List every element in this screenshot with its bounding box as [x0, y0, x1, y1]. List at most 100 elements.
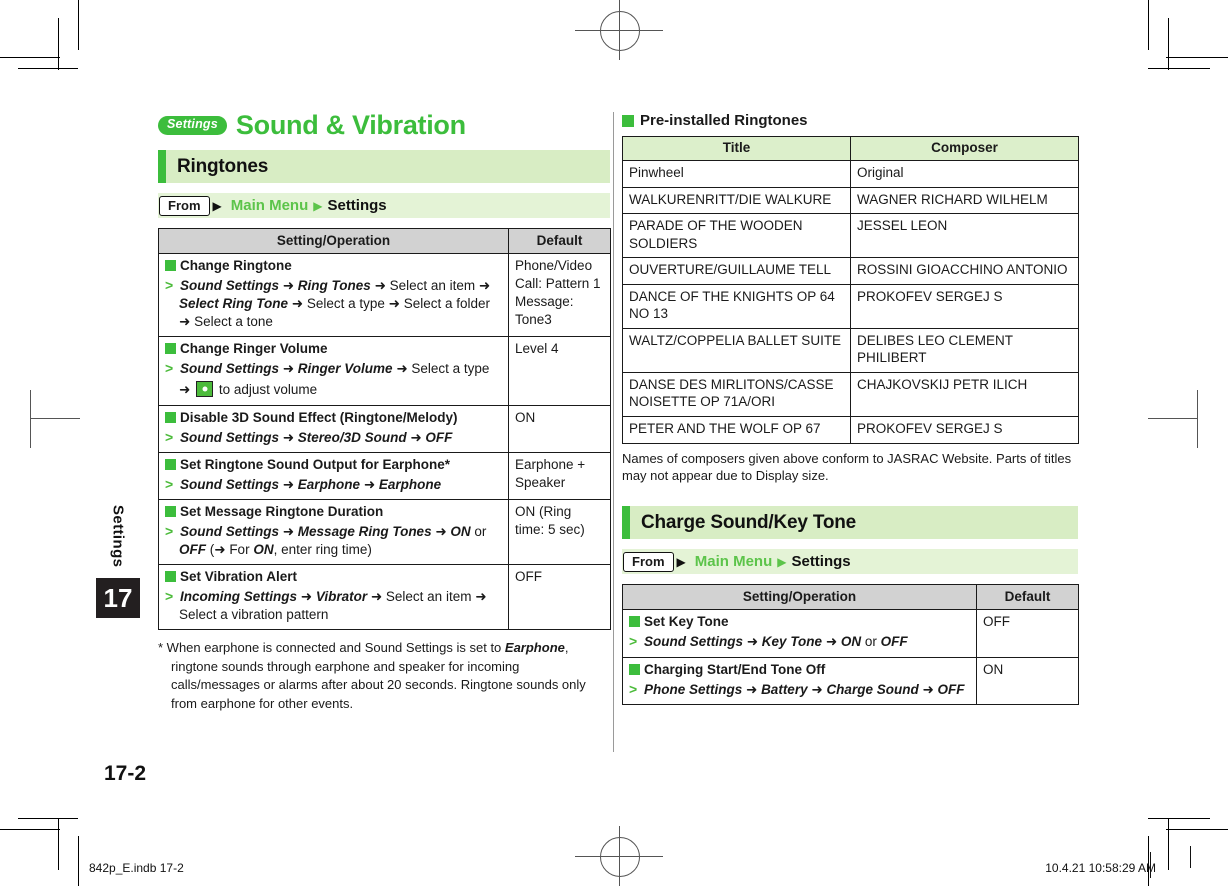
ringtones-operation-table: Setting/Operation Default Change Rington…: [158, 228, 611, 631]
settings-badge: Settings: [158, 116, 227, 135]
crop-mark-top-right-v: [1148, 0, 1150, 50]
table-row: Set Message Ringtone Duration > Sound Set…: [158, 498, 611, 566]
column-header-default: Default: [508, 228, 611, 254]
table-row: PETER AND THE WOLF OP 67 PROKOFEV SERGEJ …: [622, 416, 1079, 444]
default-value-cell: OFF: [508, 564, 611, 631]
section-heading-ringtones: Ringtones: [158, 150, 610, 183]
crop-mark-bottom-left-h: [0, 829, 60, 831]
table-row: Charging Start/End Tone Off > Phone Setti…: [622, 656, 1079, 705]
section-accent-bar: [158, 150, 166, 183]
preinstalled-ringtones-heading: Pre-installed Ringtones: [622, 112, 1078, 129]
column-header-composer: Composer: [850, 136, 1079, 161]
default-value-cell: ON: [508, 404, 611, 453]
crop-mark-mid-right-v: [1197, 390, 1199, 448]
operation-steps: > Incoming Settings ➜ Vibrator ➜ Select …: [165, 588, 487, 623]
default-value-cell: Earphone + Speaker: [508, 451, 611, 500]
footer-filename: 842p_E.indb 17-2: [89, 861, 184, 875]
breadcrumb-from-chip: From: [623, 551, 674, 572]
crop-mark-top-right-h2: [1148, 68, 1210, 70]
ringtone-composer-cell: JESSEL LEON: [850, 213, 1079, 259]
chapter-side-tab: Settings 17: [96, 505, 140, 619]
chapter-side-tab-number: 17: [96, 578, 140, 619]
setting-operation-cell: Set Vibration Alert > Incoming Settings ➜…: [158, 564, 509, 631]
ringtone-title-cell: PARADE OF THE WOODEN SOLDIERS: [622, 213, 851, 259]
breadcrumb-ringtones: From ▶ Main Menu ▶ Settings: [158, 193, 610, 218]
crop-mark-top-left-v: [78, 0, 80, 50]
ringtone-composer-cell: CHAJKOVSKIJ PETR ILICH: [850, 371, 1079, 418]
footer-timestamp: 10.4.21 10:58:29 AM: [1045, 861, 1156, 875]
operation-steps: > Phone Settings ➜ Battery ➜ Charge Soun…: [629, 680, 965, 698]
table-row: Set Vibration Alert > Incoming Settings ➜…: [158, 564, 611, 631]
green-square-bullet-icon: [165, 458, 176, 470]
right-column: Pre-installed Ringtones Title Composer P…: [622, 112, 1079, 705]
setting-operation-cell: Set Message Ringtone Duration > Sound Set…: [158, 498, 509, 566]
crop-mark-bottom-left-v: [78, 836, 80, 886]
preinstalled-ringtones-heading-label: Pre-installed Ringtones: [640, 112, 808, 129]
operation-steps: > Sound Settings ➜ Key Tone ➜ ON or OFF: [629, 633, 908, 651]
column-header-setting-operation: Setting/Operation: [158, 228, 509, 254]
crop-mark-bottom-left-v2: [58, 818, 60, 870]
crop-mark-top-right-v2: [1168, 18, 1170, 70]
section-heading-label: Charge Sound/Key Tone: [641, 511, 857, 533]
setting-operation-cell: Disable 3D Sound Effect (Ringtone/Melody…: [158, 404, 509, 453]
column-header-title: Title: [622, 136, 851, 161]
green-square-bullet-icon: [629, 616, 640, 628]
page-title: Sound & Vibration: [235, 110, 466, 140]
table-row: Disable 3D Sound Effect (Ringtone/Melody…: [158, 404, 611, 453]
table-row: WALTZ/COPPELIA BALLET SUITE DELIBES LEO C…: [622, 327, 1079, 373]
table-row: Set Key Tone > Sound Settings ➜ Key Tone …: [622, 609, 1079, 658]
column-divider: [613, 112, 614, 752]
charge-sound-operation-table: Setting/Operation Default Set Key Tone > …: [622, 584, 1079, 705]
ringtone-composer-cell: PROKOFEV SERGEJ S: [850, 283, 1079, 329]
table-row: Set Ringtone Sound Output for Earphone* >…: [158, 451, 611, 500]
page-number: 17-2: [104, 762, 147, 785]
table-row: Pinwheel Original: [622, 160, 1079, 188]
footer-rule-2: [1190, 846, 1191, 868]
crop-mark-top-right-h: [1166, 57, 1228, 59]
table-row: Change Ringtone > Sound Settings ➜ Ring T…: [158, 252, 611, 338]
ringtone-title-cell: OUVERTURE/GUILLAUME TELL: [622, 257, 851, 285]
ringtone-composer-cell: Original: [850, 160, 1079, 188]
left-column: Settings Sound & Vibration Ringtones Fro…: [158, 110, 611, 713]
table-header-row: Setting/Operation Default: [158, 228, 611, 254]
ringtone-composer-cell: DELIBES LEO CLEMENT PHILIBERT: [850, 327, 1079, 373]
column-header-default: Default: [976, 584, 1079, 611]
ringtone-title-cell: DANCE OF THE KNIGHTS OP 64 NO 13: [622, 283, 851, 329]
crop-mark-bottom-left-h2: [18, 818, 78, 820]
footer-rule: [1150, 852, 1151, 878]
breadcrumb-destination: Settings: [791, 553, 851, 571]
operation-title: Set Vibration Alert: [180, 569, 298, 585]
setting-operation-cell: Set Key Tone > Sound Settings ➜ Key Tone …: [622, 609, 977, 658]
breadcrumb-arrow-icon: ▶: [676, 554, 686, 569]
section-heading-label: Ringtones: [177, 155, 269, 177]
table-header-row: Title Composer: [622, 136, 1079, 161]
operation-steps: > Sound Settings ➜ Earphone ➜ Earphone: [165, 475, 442, 493]
setting-operation-cell: Set Ringtone Sound Output for Earphone* >…: [158, 451, 509, 500]
operation-title: Set Key Tone: [644, 614, 729, 630]
ringtone-composer-cell: ROSSINI GIOACCHINO ANTONIO: [850, 257, 1079, 285]
operation-steps: > Sound Settings ➜ Ring Tones ➜ Select a…: [165, 277, 491, 331]
registration-mark-top: [575, 0, 663, 60]
crop-mark-mid-right: [1148, 418, 1198, 420]
earphone-footnote: * When earphone is connected and Sound S…: [158, 640, 586, 711]
breadcrumb-main-menu: Main Menu: [694, 553, 773, 571]
table-row: WALKURENRITT/DIE WALKURE WAGNER RICHARD W…: [622, 186, 1079, 215]
crop-mark-top-left-h2: [18, 68, 78, 70]
default-value-cell: OFF: [976, 609, 1079, 658]
table-row: DANCE OF THE KNIGHTS OP 64 NO 13 PROKOFEV…: [622, 283, 1079, 329]
operation-title: Change Ringer Volume: [180, 341, 328, 357]
manual-page: Settings 17 Settings Sound & Vibration R…: [0, 0, 1228, 886]
crop-mark-top-left-h: [0, 57, 60, 59]
operation-title: Change Ringtone: [180, 258, 292, 273]
breadcrumb-chevron-icon: ▶: [313, 198, 323, 213]
table-row: PARADE OF THE WOODEN SOLDIERS JESSEL LEON: [622, 213, 1079, 259]
default-value-cell: Level 4: [508, 336, 611, 406]
breadcrumb-destination: Settings: [327, 197, 387, 214]
ringtone-title-cell: WALKURENRITT/DIE WALKURE: [622, 186, 851, 215]
registration-mark-bottom: [575, 826, 663, 886]
operation-title: Set Message Ringtone Duration: [180, 503, 384, 519]
crop-mark-mid-left: [30, 418, 80, 420]
section-heading-charge-sound: Charge Sound/Key Tone: [622, 506, 1078, 540]
default-value-cell: ON (Ring time: 5 sec): [508, 498, 611, 566]
ringtone-title-cell: WALTZ/COPPELIA BALLET SUITE: [622, 327, 851, 373]
